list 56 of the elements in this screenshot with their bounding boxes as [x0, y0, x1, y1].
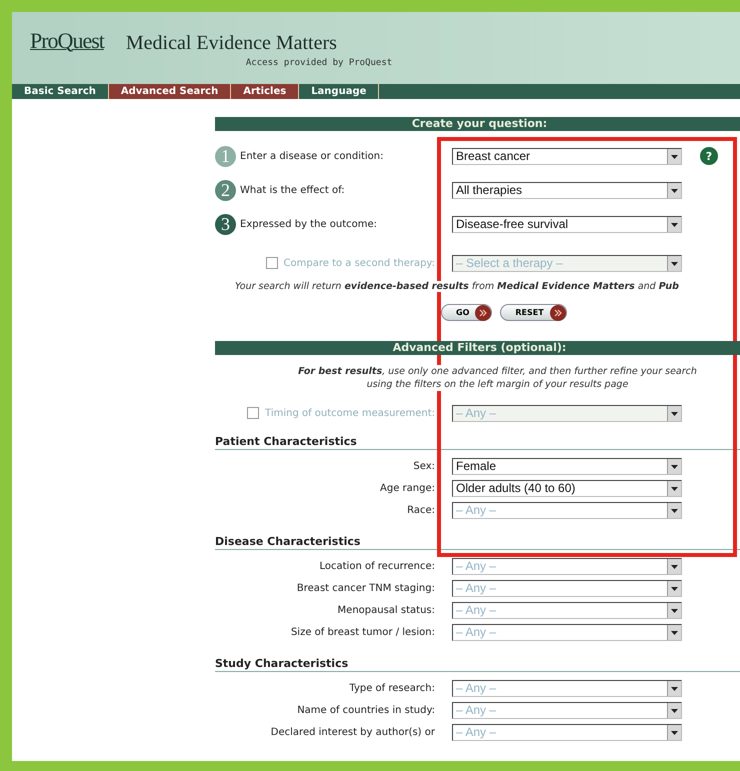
group-heading: Patient Characteristics — [215, 435, 740, 450]
form-button[interactable]: RESET — [500, 304, 567, 321]
caret-icon — [667, 602, 681, 618]
field-label: Breast cancer TNM staging: — [296, 582, 435, 594]
site-title: Medical Evidence Matters — [126, 31, 338, 55]
field-label: Sex: — [413, 460, 435, 472]
caret-icon — [667, 216, 681, 232]
caret-icon — [667, 624, 681, 640]
caret-icon — [667, 724, 681, 740]
field-label: Name of countries in study: — [297, 704, 435, 716]
search-note: Your search will return evidence-based results from Medical Evidence Matters and Pub — [235, 281, 679, 292]
caret-icon — [667, 680, 681, 696]
section-header: Create your question: — [215, 117, 740, 131]
field-label: Size of breast tumor / lesion: — [290, 626, 435, 638]
logo: ProQuest — [30, 28, 104, 54]
field-label: Compare to a second therapy: — [284, 258, 435, 268]
field-label: Enter a disease or condition: — [240, 150, 384, 162]
step-number: 1 — [215, 146, 236, 166]
chevron-icon — [475, 304, 492, 320]
field-label: Expressed by the outcome: — [240, 218, 378, 230]
section-header: Advanced Filters (optional): — [215, 341, 740, 355]
form-button[interactable]: GO — [441, 304, 492, 321]
field-label: Declared interest by author(s) or — [270, 726, 435, 738]
dropdown[interactable]: All therapies — [452, 182, 682, 198]
dropdown[interactable]: Disease-free survival — [452, 216, 682, 232]
access-note: Access provided by ProQuest — [246, 58, 392, 68]
advice-text: For best results, use only one advanced filter, and then further refine your search — [298, 365, 697, 378]
field-label: Age range: — [380, 482, 435, 494]
field-label: Menopausal status: — [338, 604, 435, 616]
caret-icon — [667, 406, 681, 420]
dropdown[interactable]: Female — [452, 458, 682, 474]
caret-icon — [667, 702, 681, 718]
chevron-icon — [550, 304, 566, 320]
field-label: Type of research: — [349, 682, 435, 694]
help-icon[interactable]: ? — [699, 146, 719, 166]
caret-icon — [667, 458, 681, 474]
dropdown[interactable]: Older adults (40 to 60) — [452, 480, 682, 496]
nav-tab[interactable]: Advanced Search — [108, 84, 232, 99]
caret-icon — [667, 148, 681, 164]
field-label: Timing of outcome measurement: — [265, 408, 435, 418]
caret-icon — [667, 480, 681, 496]
field-label: Race: — [407, 504, 435, 516]
field-label: What is the effect of: — [240, 184, 345, 196]
caret-icon — [667, 182, 681, 198]
caret-icon — [667, 502, 681, 518]
caret-icon — [667, 580, 681, 596]
field-label: Location of recurrence: — [319, 560, 435, 572]
dropdown[interactable]: Breast cancer — [452, 148, 682, 164]
step-number: 2 — [215, 180, 236, 200]
caret-icon — [667, 558, 681, 574]
group-heading: Study Characteristics — [215, 657, 740, 672]
step-number: 3 — [215, 214, 236, 234]
nav-tab[interactable]: Articles — [231, 84, 300, 99]
caret-icon — [667, 256, 681, 270]
advice-text: using the filters on the left margin of your results page — [366, 378, 628, 391]
group-heading: Disease Characteristics — [215, 535, 740, 550]
